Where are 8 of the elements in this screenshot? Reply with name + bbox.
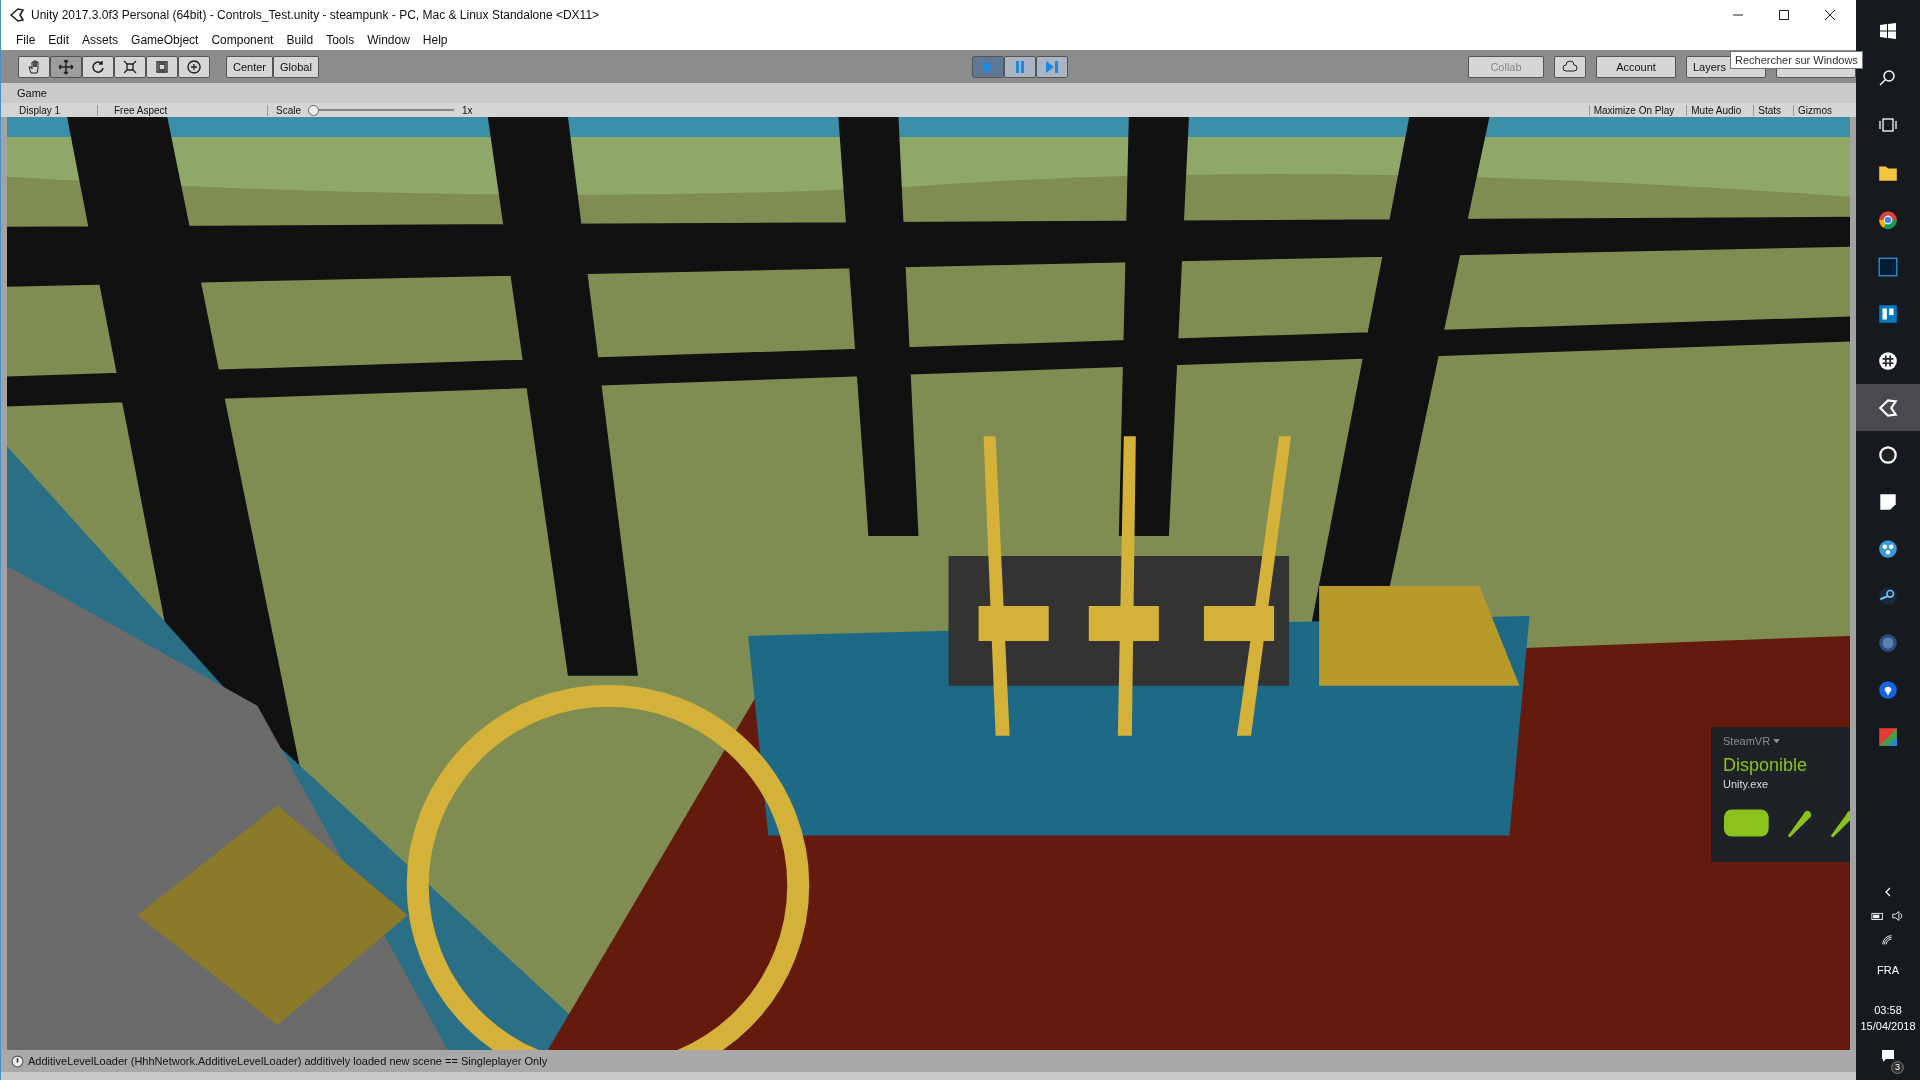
steamvr-status: Disponible — [1723, 755, 1809, 776]
status-message: AdditiveLevelLoader (HhhNetwork.AdditiveLevelLoader) additively loaded new scene == Singleplayer Only — [28, 1055, 548, 1067]
tooltip: Rechercher sur Windows — [1730, 51, 1863, 69]
steamvr-app: Unity.exe — [1723, 778, 1770, 790]
notification-count: 3 — [1891, 1061, 1904, 1074]
window-title: Unity 2017.3.0f3 Personal (64bit) - Controls_Test.unity - steampunk - PC, Mac & Linux Standalone <DX11> — [31, 8, 600, 22]
scale-label: Scale — [276, 104, 301, 116]
scale-value: 1x — [462, 104, 473, 116]
